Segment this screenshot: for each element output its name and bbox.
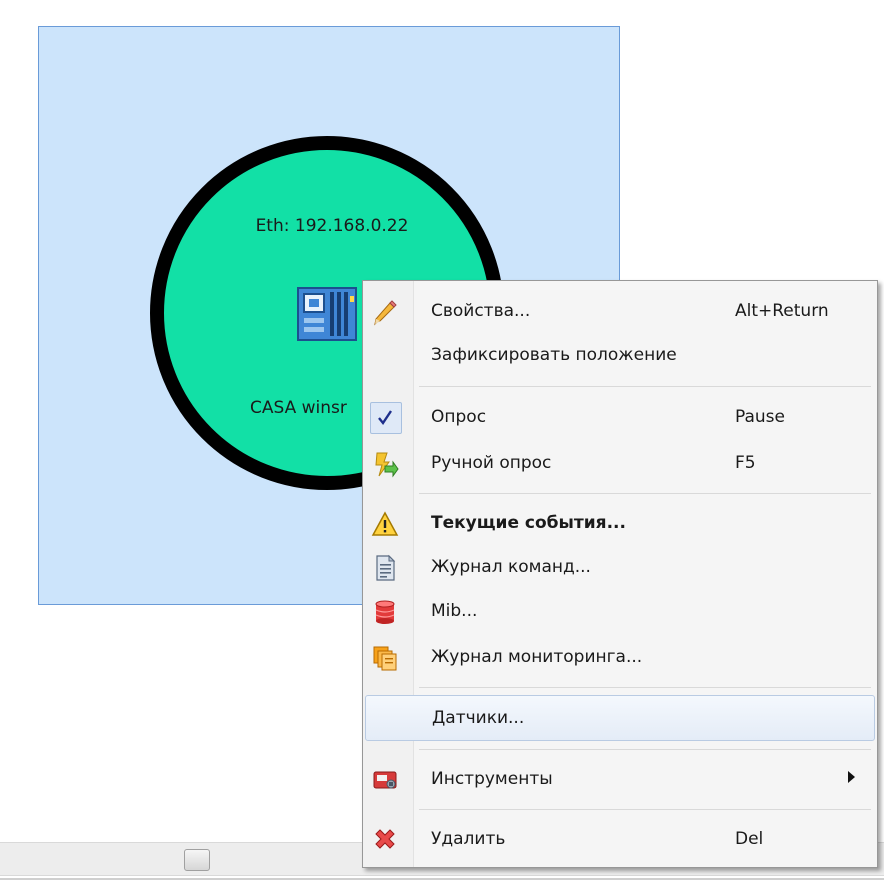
menu-item-label: Ручной опрос (431, 453, 552, 473)
warning-icon (371, 511, 399, 536)
pencil-icon (374, 300, 397, 326)
scrollbar-thumb[interactable] (184, 849, 210, 871)
menu-item-label: Удалить (431, 829, 506, 849)
delete-icon (375, 829, 395, 849)
menu-item-label: Текущие события... (431, 513, 626, 533)
manual-poll-icon (375, 452, 399, 478)
menu-item-shortcut: Alt+Return (735, 301, 829, 321)
database-icon (375, 600, 395, 624)
menu-item-shortcut: Del (735, 829, 764, 849)
menu-item-current-events[interactable]: Текущие события... (365, 501, 875, 547)
menu-item-tools[interactable]: Инструменты (365, 757, 875, 803)
menu-separator (419, 749, 871, 750)
menu-separator (419, 687, 871, 688)
context-menu: Свойства... Alt+Return Зафиксировать пол… (362, 280, 878, 868)
menu-item-mib[interactable]: Mib... (365, 589, 875, 635)
tools-icon (373, 771, 397, 789)
menu-separator (419, 809, 871, 810)
menu-item-command-log[interactable]: Журнал команд... (365, 545, 875, 591)
motherboard-icon[interactable] (296, 286, 358, 342)
menu-item-manual-poll[interactable]: Ручной опрос F5 (365, 441, 875, 487)
menu-item-label: Инструменты (431, 769, 553, 789)
menu-item-properties[interactable]: Свойства... Alt+Return (365, 289, 875, 335)
divider (0, 878, 884, 880)
checkmark-icon (378, 410, 392, 426)
node-ip-label: Eth: 192.168.0.22 (255, 216, 409, 236)
menu-item-label: Датчики... (432, 708, 525, 728)
map-canvas[interactable]: Eth: 192.168.0.22 CASA winsr Свойства...… (0, 0, 884, 884)
submenu-arrow-icon (848, 771, 855, 783)
menu-item-sensors[interactable]: Датчики... (365, 695, 875, 741)
document-icon (376, 554, 396, 581)
node-name-label: CASA winsr (250, 398, 347, 418)
menu-item-monitoring-log[interactable]: Журнал мониторинга... (365, 635, 875, 681)
menu-separator (419, 493, 871, 494)
menu-item-polling[interactable]: Опрос Pause (365, 395, 875, 441)
menu-item-label: Mib... (431, 601, 478, 621)
menu-item-delete[interactable]: Удалить Del (365, 817, 875, 863)
menu-item-label: Свойства... (431, 301, 531, 321)
menu-item-shortcut: Pause (735, 407, 785, 427)
menu-item-label: Журнал команд... (431, 557, 591, 577)
menu-item-lock-position[interactable]: Зафиксировать положение (365, 333, 875, 379)
monitoring-log-icon (373, 646, 397, 671)
menu-item-label: Журнал мониторинга... (431, 647, 643, 667)
menu-item-shortcut: F5 (735, 453, 756, 473)
menu-separator (419, 386, 871, 387)
menu-item-label: Зафиксировать положение (431, 345, 677, 365)
menu-item-label: Опрос (431, 407, 487, 427)
